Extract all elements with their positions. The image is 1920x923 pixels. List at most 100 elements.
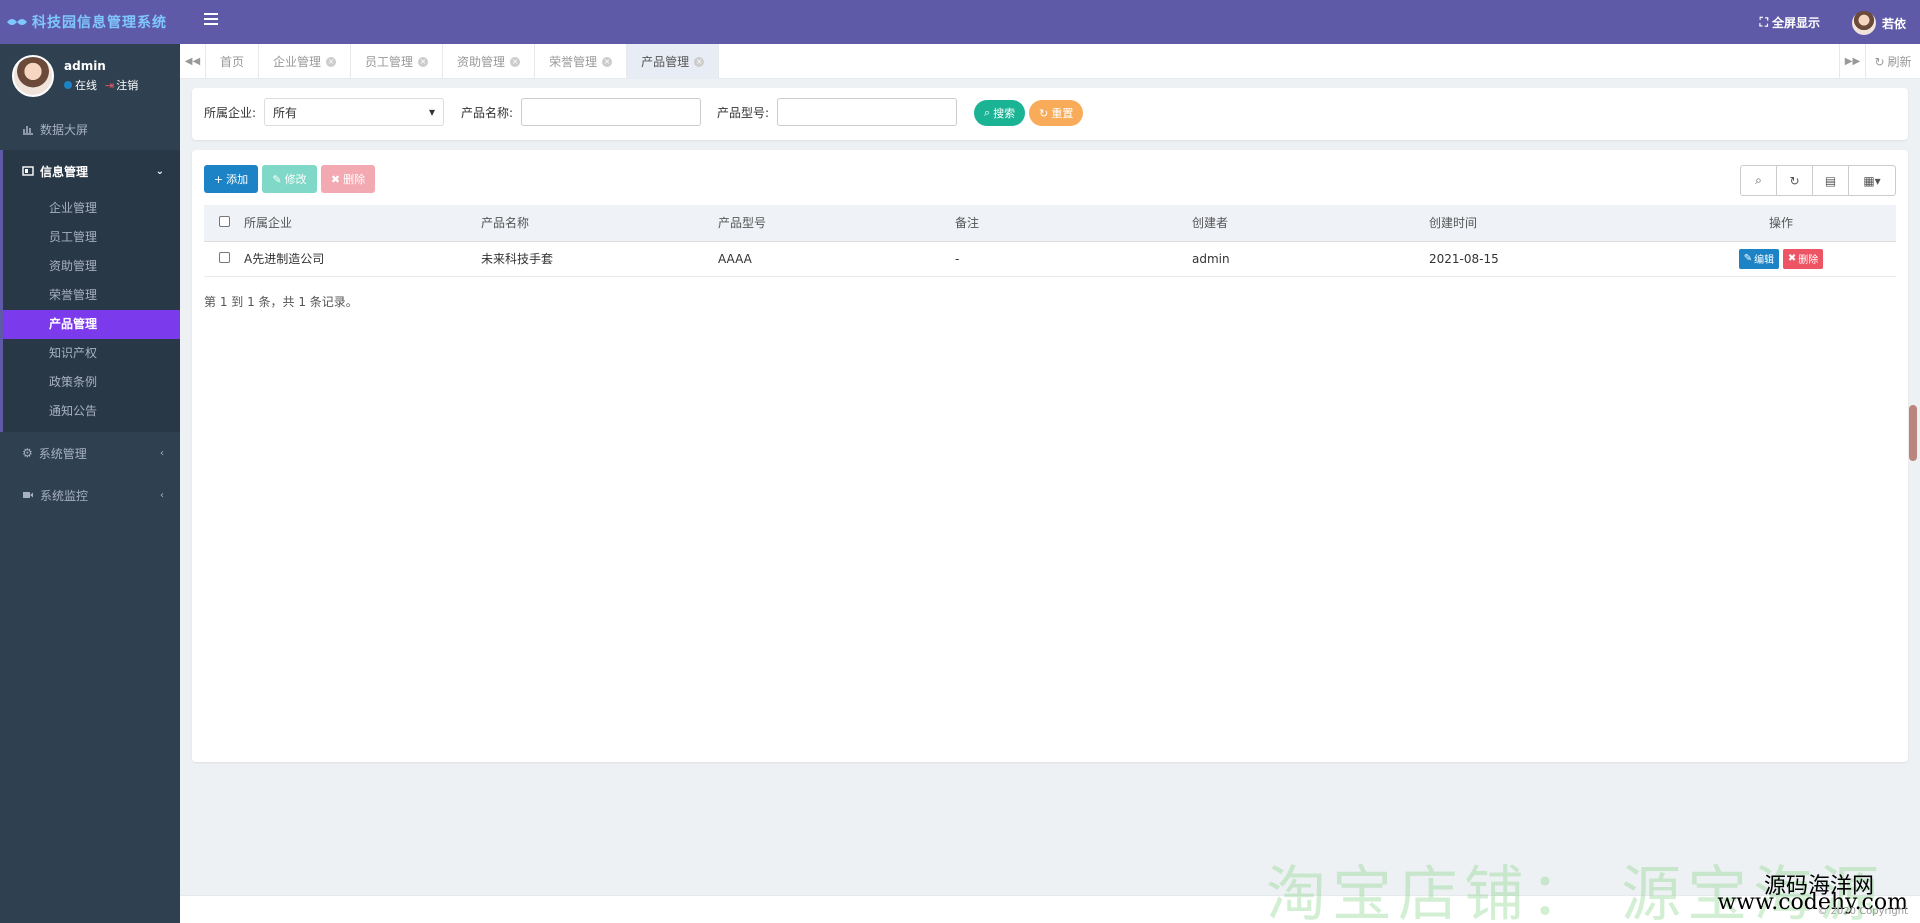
refresh-icon[interactable]: ↻ xyxy=(1777,166,1813,195)
copyright-text: © 2020 Copyright xyxy=(1817,906,1908,917)
logout-link[interactable]: ⇥ 注销 xyxy=(105,77,138,93)
row-checkbox[interactable] xyxy=(218,251,230,263)
caret-down-icon: ▾ xyxy=(429,105,436,119)
add-button[interactable]: + 添加 xyxy=(204,165,258,193)
tab-employee[interactable]: 员工管理 × xyxy=(351,44,444,79)
sidebar: 科技园信息管理系统 admin 在线 ⇥ 注销 数据大屏 信息管理 ⌄ 企业管理 … xyxy=(0,0,180,923)
tab-home[interactable]: 首页 xyxy=(206,44,260,79)
tab-honor[interactable]: 荣誉管理 × xyxy=(535,44,628,79)
cell-product-model: AAAA xyxy=(718,241,955,277)
column-header[interactable]: 所属企业 xyxy=(244,205,481,242)
close-icon[interactable]: × xyxy=(694,56,705,67)
table-tools: ⌕ ↻ ▤ ▦▾ xyxy=(1740,165,1896,196)
plus-icon: + xyxy=(213,172,224,186)
card-icon xyxy=(22,166,34,176)
sidebar-item-label: 数据大屏 xyxy=(40,122,89,137)
top-navbar: ⛶ 全屏显示 若依 xyxy=(180,0,1920,44)
cell-created-time: 2021-08-15 xyxy=(1429,241,1666,277)
top-username: 若依 xyxy=(1881,16,1906,31)
search-button[interactable]: ⌕ 搜索 xyxy=(974,100,1026,126)
column-header: 操作 xyxy=(1666,205,1896,242)
close-icon[interactable]: × xyxy=(418,56,429,67)
close-icon[interactable]: × xyxy=(510,56,521,67)
close-icon: ✖ xyxy=(1787,253,1797,264)
user-name: admin xyxy=(64,59,106,73)
table-header-row: 所属企业 产品名称 产品型号 备注 创建者 创建时间 操作 xyxy=(204,205,1896,242)
refresh-icon: ↻ xyxy=(1874,54,1885,69)
avatar xyxy=(1851,11,1876,35)
product-model-label: 产品型号: xyxy=(717,105,770,120)
tab-company[interactable]: 企业管理 × xyxy=(259,44,352,79)
video-icon xyxy=(23,492,33,498)
fullscreen-button[interactable]: ⛶ 全屏显示 xyxy=(1760,14,1820,31)
tabs-scroll-left-icon[interactable]: ◀◀ xyxy=(180,44,206,79)
close-icon[interactable]: × xyxy=(326,56,337,67)
sidebar-item-label: 系统管理 xyxy=(38,446,87,461)
tabs-bar: ◀◀ 首页 企业管理 × 员工管理 × 资助管理 × 荣誉管理 × 产品管理 × ▶▶ ↻… xyxy=(180,44,1920,79)
column-header[interactable]: 创建者 xyxy=(1192,205,1429,242)
edit-button[interactable]: ✎ 修改 xyxy=(262,165,317,193)
edit-icon: ✎ xyxy=(272,172,282,186)
app-title: 科技园信息管理系统 xyxy=(32,15,167,31)
column-header[interactable]: 创建时间 xyxy=(1429,205,1666,242)
company-label: 所属企业: xyxy=(204,105,257,120)
select-all-checkbox[interactable] xyxy=(218,215,230,227)
submenu-info-management: 企业管理 员工管理 资助管理 荣誉管理 产品管理 知识产权 政策条例 通知公告 xyxy=(0,192,180,432)
sidebar-item-notice[interactable]: 通知公告 xyxy=(3,397,180,426)
sidebar-item-ip[interactable]: 知识产权 xyxy=(3,339,180,368)
sidebar-item-company[interactable]: 企业管理 xyxy=(3,194,180,223)
sidebar-item-info-management[interactable]: 信息管理 ⌄ xyxy=(0,150,180,192)
online-dot-icon xyxy=(64,81,72,89)
logout-icon: ⇥ xyxy=(105,79,115,92)
delete-button[interactable]: ✖ 删除 xyxy=(321,165,375,193)
cell-company: A先进制造公司 xyxy=(244,241,481,277)
table-row[interactable]: A先进制造公司 未来科技手套 AAAA - admin 2021-08-15 ✎… xyxy=(204,241,1896,277)
product-name-input[interactable] xyxy=(521,98,702,126)
sidebar-item-product[interactable]: 产品管理 xyxy=(3,310,180,339)
chevron-left-icon: ‹ xyxy=(160,447,164,459)
sidebar-item-employee[interactable]: 员工管理 xyxy=(3,223,180,252)
tab-product[interactable]: 产品管理 × xyxy=(627,44,720,79)
columns-icon[interactable]: ▦▾ xyxy=(1849,166,1895,195)
sidebar-item-system-management[interactable]: ⚙ 系统管理 ‹ xyxy=(0,432,180,474)
company-select[interactable]: 所有 ▾ xyxy=(264,98,445,126)
toggle-search-icon[interactable]: ⌕ xyxy=(1741,166,1777,195)
fullscreen-label: 全屏显示 xyxy=(1771,16,1820,30)
sidebar-item-honor[interactable]: 荣誉管理 xyxy=(3,281,180,310)
tab-funding[interactable]: 资助管理 × xyxy=(443,44,536,79)
tabs-scroll-right-icon[interactable]: ▶▶ xyxy=(1839,44,1865,79)
reset-button[interactable]: ↻ 重置 xyxy=(1029,100,1084,126)
refresh-icon: ↻ xyxy=(1039,106,1049,120)
close-icon[interactable]: × xyxy=(602,56,613,67)
row-edit-button[interactable]: ✎ 编辑 xyxy=(1738,248,1780,269)
column-header[interactable]: 备注 xyxy=(955,205,1192,242)
column-header[interactable]: 产品名称 xyxy=(481,205,718,242)
sidebar-item-system-monitor[interactable]: 系统监控 ‹ xyxy=(0,474,180,516)
search-form: 所属企业: 所有 ▾ 产品名称: 产品型号: ⌕ 搜索 ↻ 重置 xyxy=(192,88,1908,140)
expand-icon: ⛶ xyxy=(1759,15,1768,29)
product-model-input[interactable] xyxy=(777,98,958,126)
scrollbar-thumb[interactable] xyxy=(1909,405,1917,461)
cell-creator: admin xyxy=(1192,241,1429,277)
user-menu[interactable]: 若依 xyxy=(1851,11,1906,35)
app-logo[interactable]: 科技园信息管理系统 xyxy=(0,0,180,44)
sidebar-item-funding[interactable]: 资助管理 xyxy=(3,252,180,281)
sidebar-item-policy[interactable]: 政策条例 xyxy=(3,368,180,397)
column-header[interactable]: 产品型号 xyxy=(718,205,955,242)
chevron-left-icon: ‹ xyxy=(160,489,164,501)
online-status: 在线 xyxy=(64,77,97,93)
export-icon[interactable]: ▤ xyxy=(1813,166,1849,195)
row-delete-button[interactable]: ✖ 删除 xyxy=(1782,248,1824,269)
refresh-label: 刷新 xyxy=(1887,55,1912,69)
chevron-down-icon: ⌄ xyxy=(155,165,164,177)
sidebar-item-dashboard[interactable]: 数据大屏 xyxy=(0,108,180,150)
sidebar-item-label: 信息管理 xyxy=(40,164,89,179)
menu-toggle-icon[interactable] xyxy=(204,13,218,25)
user-panel: admin 在线 ⇥ 注销 xyxy=(0,44,180,108)
product-name-label: 产品名称: xyxy=(461,105,514,120)
refresh-button[interactable]: ↻ 刷新 xyxy=(1865,44,1920,79)
chart-icon xyxy=(23,126,33,135)
search-icon: ⌕ xyxy=(984,106,991,119)
pagination-info: 第 1 到 1 条，共 1 条记录。 xyxy=(204,295,358,309)
avatar[interactable] xyxy=(12,55,54,97)
